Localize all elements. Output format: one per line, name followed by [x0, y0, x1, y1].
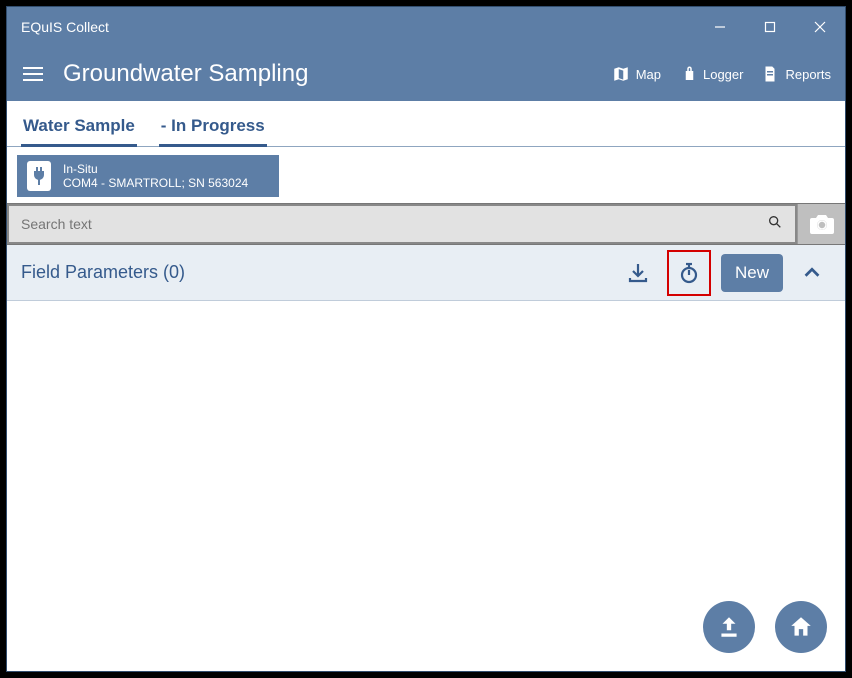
collapse-button[interactable] [793, 254, 831, 292]
reports-button[interactable]: Reports [761, 65, 831, 83]
field-parameters-section: Field Parameters (0) New [7, 245, 845, 301]
reports-icon [761, 65, 779, 83]
download-button[interactable] [619, 254, 657, 292]
search-input[interactable] [21, 216, 783, 232]
home-icon [788, 614, 814, 640]
close-button[interactable] [795, 7, 845, 47]
device-detail: COM4 - SMARTROLL; SN 563024 [63, 176, 248, 190]
maximize-button[interactable] [745, 7, 795, 47]
app-window: EQuIS Collect Groundwater Sampling Map [6, 6, 846, 672]
menu-button[interactable] [21, 63, 45, 85]
header-actions: Map Logger Reports [612, 65, 831, 83]
logger-icon [679, 65, 697, 83]
new-button[interactable]: New [721, 254, 783, 292]
minimize-icon [714, 21, 726, 33]
window-controls [695, 7, 845, 47]
header: Groundwater Sampling Map Logger Reports [7, 47, 845, 101]
device-text: In-Situ COM4 - SMARTROLL; SN 563024 [63, 162, 248, 191]
device-chip[interactable]: In-Situ COM4 - SMARTROLL; SN 563024 [17, 155, 279, 197]
tab-water-sample[interactable]: Water Sample [21, 108, 137, 147]
page-title: Groundwater Sampling [63, 60, 594, 88]
stopwatch-button[interactable] [669, 252, 709, 294]
home-fab[interactable] [775, 601, 827, 653]
map-label: Map [636, 67, 661, 82]
device-name: In-Situ [63, 162, 248, 176]
content-area [7, 301, 845, 671]
section-title: Field Parameters (0) [21, 262, 609, 283]
logger-button[interactable]: Logger [679, 65, 743, 83]
search-box[interactable] [7, 204, 797, 244]
search-icon[interactable] [767, 214, 783, 235]
chevron-up-icon [801, 262, 823, 284]
upload-fab[interactable] [703, 601, 755, 653]
plug-icon [27, 161, 51, 191]
camera-icon [809, 213, 835, 235]
close-icon [813, 20, 827, 34]
new-label: New [735, 263, 769, 283]
maximize-icon [764, 21, 776, 33]
fab-row [703, 601, 827, 653]
titlebar: EQuIS Collect [7, 7, 845, 47]
map-button[interactable]: Map [612, 65, 661, 83]
hamburger-icon [23, 67, 43, 69]
app-title: EQuIS Collect [21, 19, 695, 35]
device-row: In-Situ COM4 - SMARTROLL; SN 563024 [7, 147, 845, 203]
stopwatch-highlight [667, 250, 711, 296]
stopwatch-icon [677, 261, 701, 285]
tabs: Water Sample - In Progress [7, 101, 845, 147]
download-icon [626, 261, 650, 285]
map-icon [612, 65, 630, 83]
camera-button[interactable] [797, 204, 845, 244]
reports-label: Reports [785, 67, 831, 82]
tab-in-progress[interactable]: - In Progress [159, 108, 267, 147]
search-row [7, 203, 845, 245]
minimize-button[interactable] [695, 7, 745, 47]
upload-icon [716, 614, 742, 640]
logger-label: Logger [703, 67, 743, 82]
